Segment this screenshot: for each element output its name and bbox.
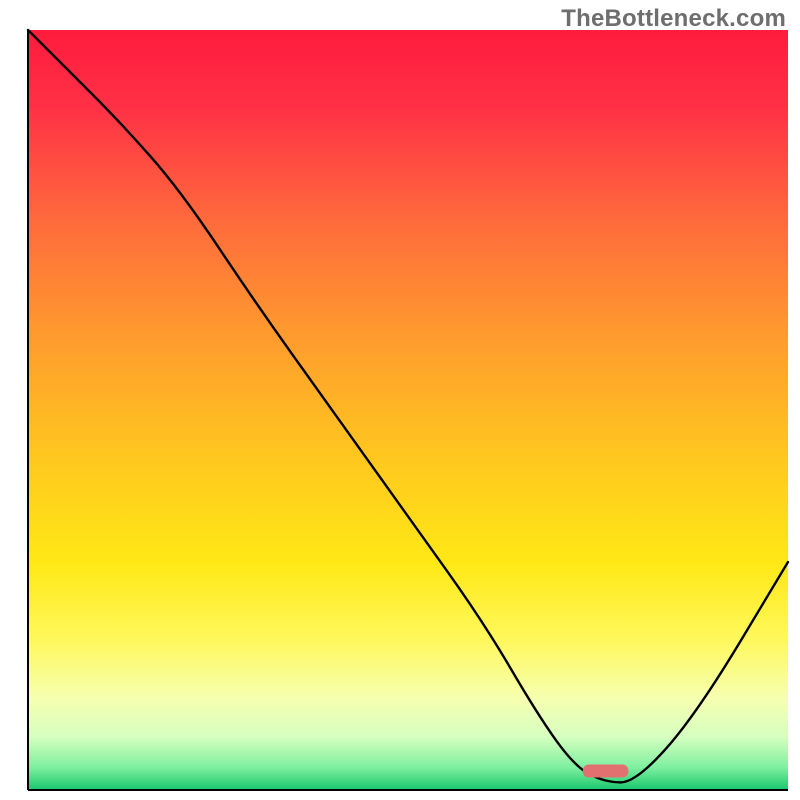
optimal-marker (583, 765, 629, 778)
bottleneck-chart (0, 0, 800, 800)
chart-container: TheBottleneck.com (0, 0, 800, 800)
plot-background (28, 30, 788, 790)
